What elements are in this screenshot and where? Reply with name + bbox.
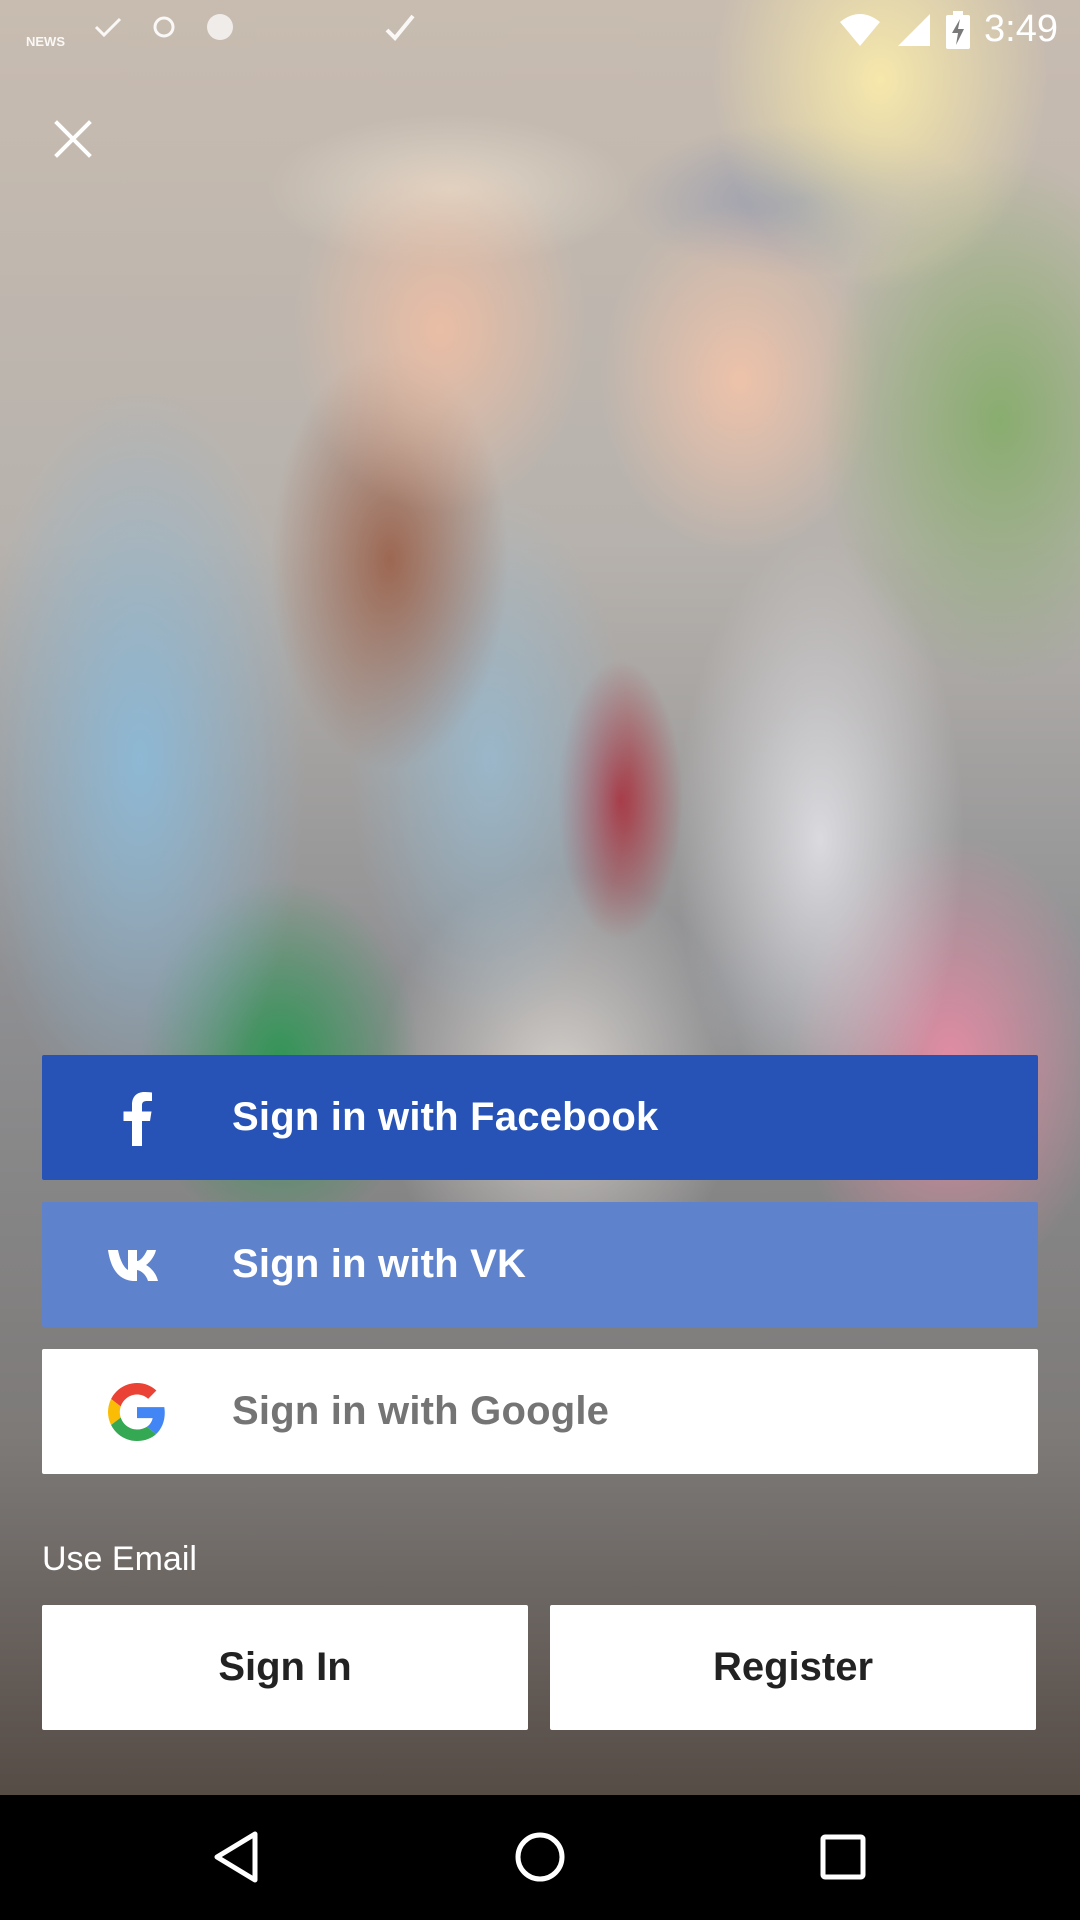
sync-icon <box>153 16 175 38</box>
notification-icons: NEWS <box>26 12 417 49</box>
close-icon <box>54 120 92 158</box>
done-icon <box>385 14 415 41</box>
check-icon <box>94 17 122 38</box>
register-button[interactable]: Register <box>550 1605 1036 1730</box>
facebook-signin-label: Sign in with Facebook <box>232 1095 659 1139</box>
facebook-signin-button[interactable]: Sign in with Facebook <box>42 1055 1038 1180</box>
google-icon <box>108 1382 165 1441</box>
wifi-icon <box>840 13 881 46</box>
google-icon-wrap <box>42 1349 232 1474</box>
news-icon: NEWS <box>26 33 65 49</box>
signal-icon <box>898 13 931 46</box>
system-indicators: 3:49 <box>838 8 1058 51</box>
navigation-bar <box>0 1795 1080 1920</box>
use-email-heading: Use Email <box>42 1540 197 1578</box>
vk-icon <box>108 1249 158 1281</box>
email-signin-button[interactable]: Sign In <box>42 1605 528 1730</box>
google-signin-label: Sign in with Google <box>232 1389 610 1433</box>
sign-in-screen: NEWS 3:49 Sign in with Facebook Sign in … <box>0 0 1080 1920</box>
recents-button[interactable] <box>803 1817 883 1897</box>
vk-signin-label: Sign in with VK <box>232 1242 527 1286</box>
recents-icon <box>820 1834 866 1880</box>
home-icon <box>515 1832 565 1882</box>
back-button[interactable] <box>196 1817 276 1897</box>
background-photo <box>0 0 1080 1795</box>
vk-signin-button[interactable]: Sign in with VK <box>42 1202 1038 1327</box>
vk-icon-wrap <box>42 1202 232 1327</box>
facebook-icon <box>123 1091 152 1146</box>
home-button[interactable] <box>500 1817 580 1897</box>
close-button[interactable] <box>40 106 106 172</box>
google-signin-button[interactable]: Sign in with Google <box>42 1349 1038 1474</box>
circle-icon <box>207 14 233 40</box>
back-icon <box>214 1831 258 1883</box>
status-bar: NEWS 3:49 <box>0 0 1080 64</box>
battery-charging-icon <box>946 10 971 49</box>
clock: 3:49 <box>984 8 1058 50</box>
facebook-icon-wrap <box>42 1055 232 1180</box>
